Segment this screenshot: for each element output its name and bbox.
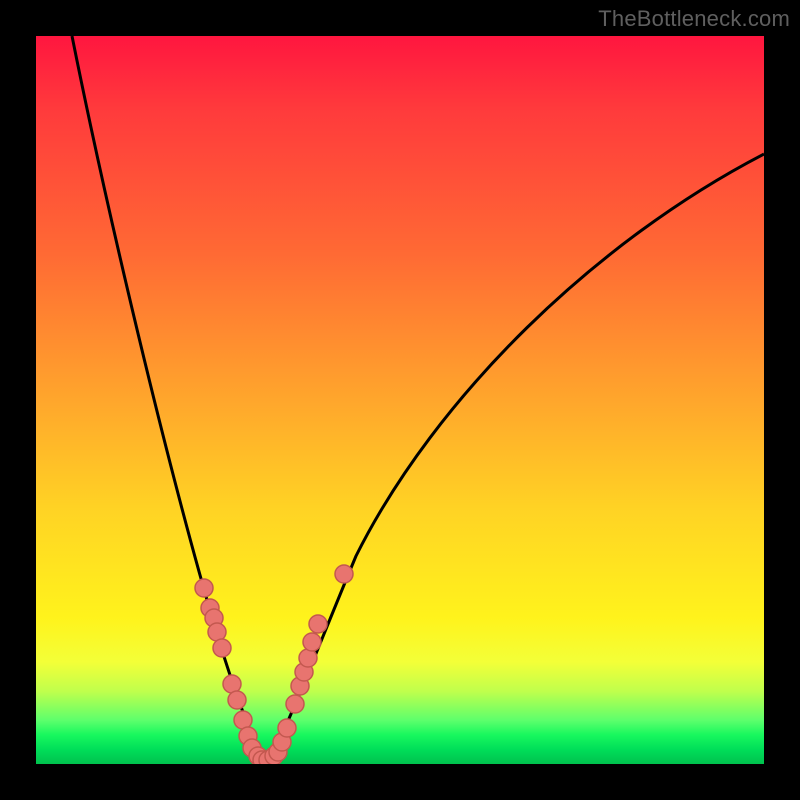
bottleneck-curve — [36, 36, 764, 764]
marker-dot — [234, 711, 252, 729]
curve-left-branch — [72, 36, 266, 761]
chart-frame: TheBottleneck.com — [0, 0, 800, 800]
marker-dot — [303, 633, 321, 651]
marker-dot — [213, 639, 231, 657]
watermark-text: TheBottleneck.com — [598, 6, 790, 32]
marker-dot — [208, 623, 226, 641]
marker-dot — [309, 615, 327, 633]
marker-dot — [335, 565, 353, 583]
marker-dot — [228, 691, 246, 709]
curve-right-branch — [266, 154, 764, 761]
plot-area — [36, 36, 764, 764]
marker-dot — [278, 719, 296, 737]
marker-dot — [286, 695, 304, 713]
marker-dot — [299, 649, 317, 667]
marker-group — [195, 565, 353, 764]
marker-dot — [223, 675, 241, 693]
marker-dot — [195, 579, 213, 597]
